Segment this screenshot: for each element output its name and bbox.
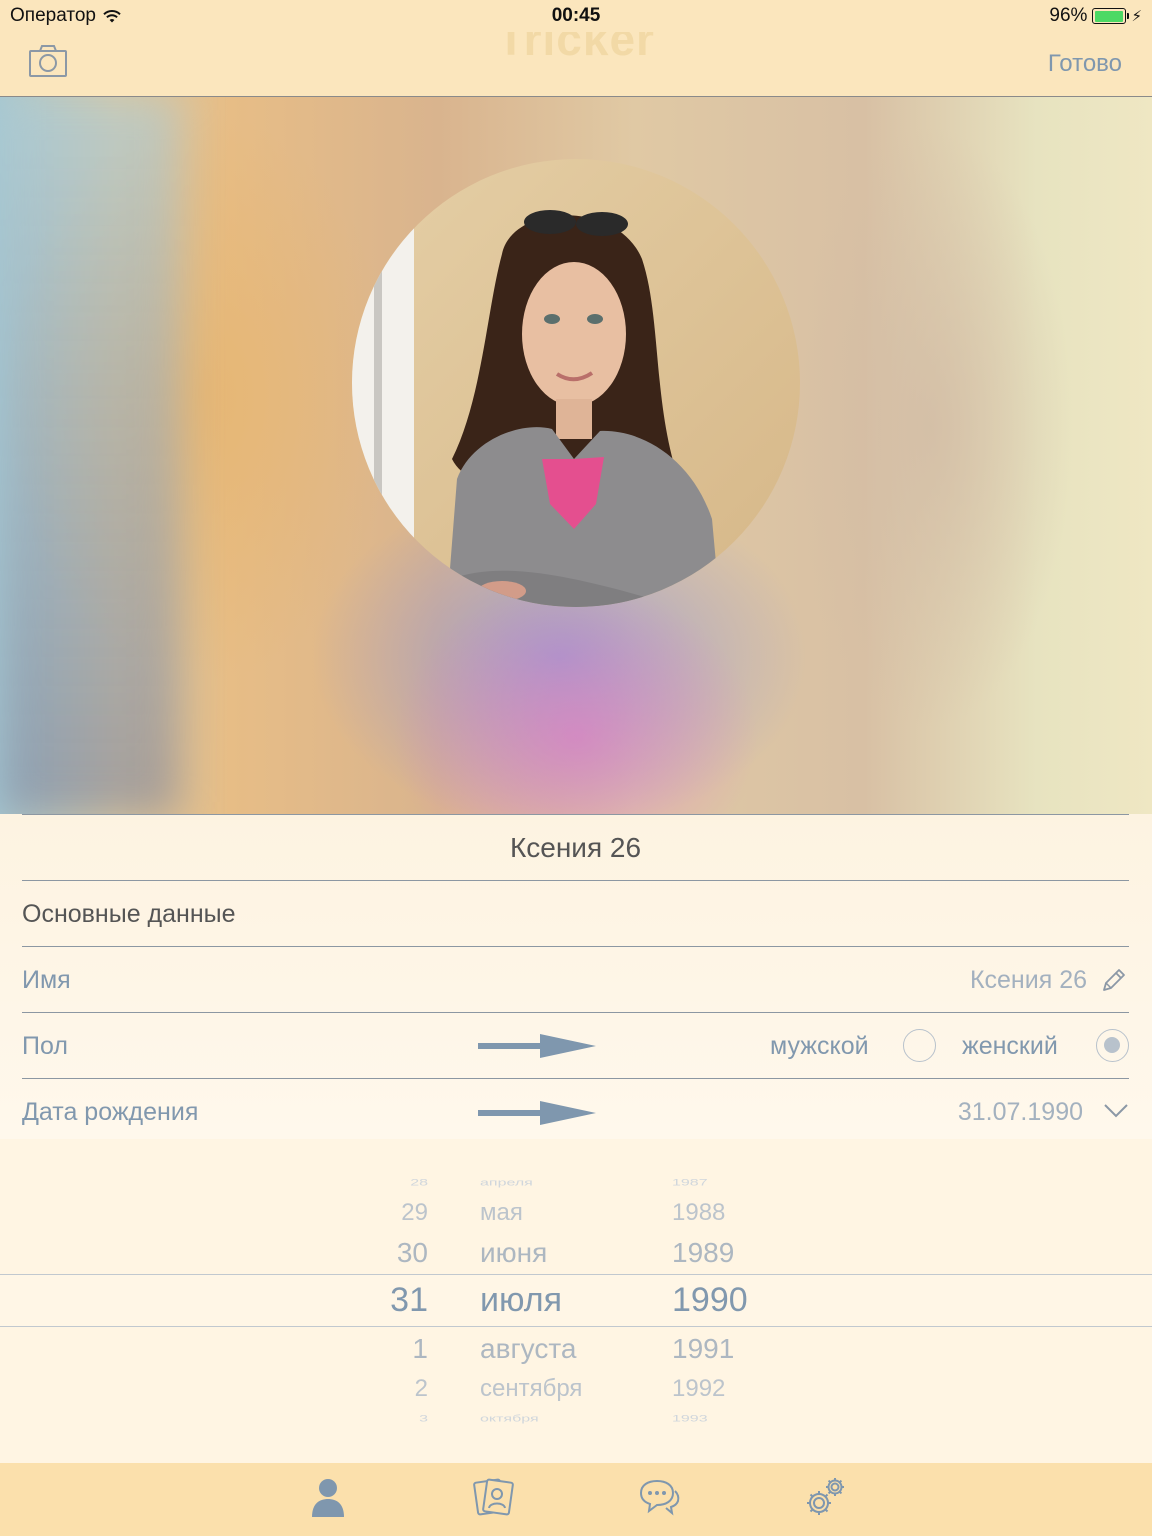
status-time: 00:45 [551, 5, 601, 26]
birth-date-row[interactable]: Дата рождения 31.07.1990 [22, 1078, 1129, 1144]
charging-icon: ⚡ [1131, 8, 1142, 25]
picker-day-item[interactable]: 3 [348, 1413, 428, 1424]
chevron-down-icon[interactable] [1103, 1103, 1129, 1119]
picker-month-item[interactable]: июля [480, 1281, 562, 1320]
navigation-bar: Tricker Готово [0, 13, 1152, 97]
chat-icon [639, 1479, 680, 1516]
gender-label: Пол [22, 1032, 68, 1060]
picker-year-item[interactable]: 1988 [672, 1199, 725, 1227]
picker-year-item[interactable]: 1989 [672, 1237, 734, 1269]
picker-year-item[interactable]: 1993 [672, 1413, 708, 1424]
camera-button[interactable] [29, 45, 67, 77]
profile-name-row: Ксения 26 [22, 814, 1129, 880]
gender-female-label: женский [962, 1032, 1058, 1060]
cards-icon [473, 1478, 514, 1516]
tab-cards[interactable] [472, 1475, 516, 1519]
done-button[interactable]: Готово [1048, 50, 1122, 78]
picker-year-item[interactable]: 1992 [672, 1375, 725, 1403]
profile-display-name: Ксения 26 [509, 832, 642, 863]
settings-icon [807, 1478, 844, 1515]
birth-date-value[interactable]: 31.07.1990 [958, 1098, 1083, 1127]
picker-year-item[interactable]: 1987 [672, 1177, 708, 1188]
profile-header-background [0, 97, 1152, 815]
birth-date-label: Дата рождения [22, 1098, 199, 1126]
picker-day-item[interactable]: 29 [348, 1199, 428, 1227]
picker-month-item[interactable]: мая [480, 1199, 523, 1227]
gender-male-radio[interactable] [903, 1029, 936, 1062]
status-bar: Оператор 00:45 96% ⚡ [0, 0, 1152, 32]
tab-chat[interactable] [637, 1475, 681, 1519]
background-blur [0, 97, 180, 815]
picker-day-item[interactable]: 1 [348, 1333, 428, 1365]
arrow-right-icon [478, 1034, 596, 1058]
arrow-right-icon [478, 1101, 596, 1125]
picker-year-item[interactable]: 1990 [672, 1281, 748, 1320]
picker-month-item[interactable]: апреля [480, 1177, 533, 1188]
tab-bar [0, 1463, 1152, 1536]
picker-month-item[interactable]: июня [480, 1237, 547, 1269]
picker-day-item[interactable]: 2 [348, 1375, 428, 1403]
gender-female-radio[interactable] [1096, 1029, 1129, 1062]
battery-percent: 96% [1049, 5, 1088, 26]
section-title: Основные данные [22, 900, 236, 928]
date-picker[interactable]: 28 29 30 31 1 2 3 апреля мая июня июля августа сентя… [0, 1139, 1152, 1463]
camera-icon [29, 45, 67, 77]
picker-year-item[interactable]: 1991 [672, 1333, 734, 1365]
battery-icon [1092, 8, 1130, 24]
pencil-icon[interactable] [1101, 967, 1127, 993]
name-value[interactable]: Ксения 26 [970, 966, 1087, 995]
tab-settings[interactable] [803, 1475, 847, 1519]
picker-day-item[interactable]: 30 [348, 1237, 428, 1269]
picker-day-item[interactable]: 31 [348, 1281, 428, 1320]
avatar-photo [352, 159, 800, 607]
tab-profile[interactable] [306, 1475, 350, 1519]
name-label: Имя [22, 966, 71, 994]
section-header-row: Основные данные [22, 880, 1129, 946]
avatar[interactable] [352, 159, 800, 607]
picker-selection-band [0, 1274, 1152, 1327]
radio-selected-dot [1104, 1037, 1120, 1053]
gender-male-label: мужской [770, 1032, 869, 1060]
gender-row: Пол мужской женский [22, 1012, 1129, 1078]
name-field-row[interactable]: Имя Ксения 26 [22, 946, 1129, 1012]
battery-fill [1094, 10, 1123, 22]
profile-icon [312, 1479, 344, 1517]
picker-month-item[interactable]: октября [480, 1413, 539, 1424]
picker-month-item[interactable]: сентября [480, 1375, 582, 1403]
profile-form: Ксения 26 Основные данные Имя Ксения 26 … [0, 814, 1152, 1139]
picker-day-item[interactable]: 28 [348, 1177, 428, 1188]
picker-month-item[interactable]: августа [480, 1333, 576, 1365]
status-battery-group: 96% ⚡ [1049, 5, 1142, 27]
